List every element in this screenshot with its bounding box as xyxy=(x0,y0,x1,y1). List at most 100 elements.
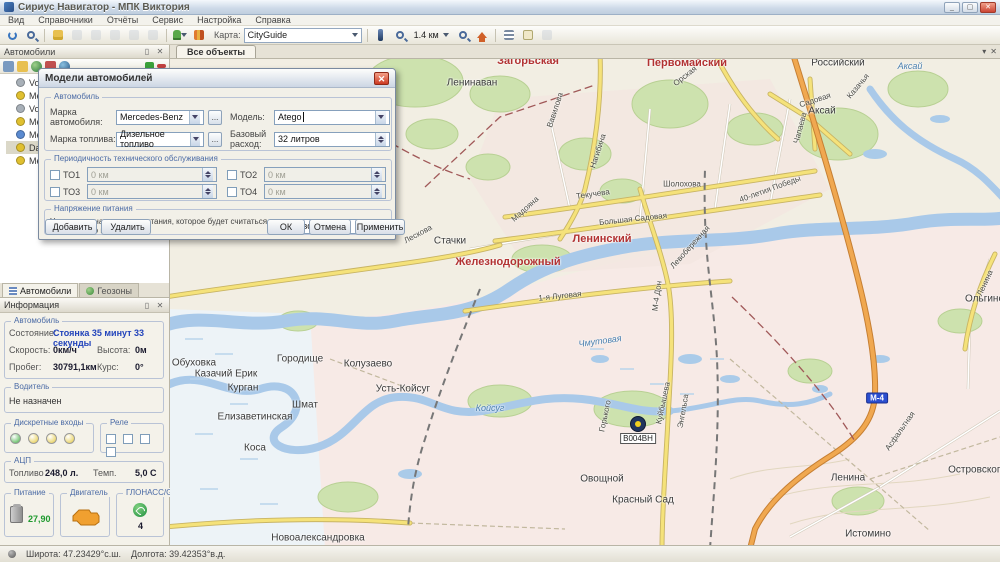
to1-field[interactable]: 0 км xyxy=(87,167,217,182)
tab-vehicles-label: Автомобили xyxy=(20,286,71,296)
consumption-label: Базовый расход: xyxy=(230,129,274,149)
layers-button[interactable] xyxy=(69,28,85,43)
refresh-icon xyxy=(8,31,17,40)
fuel-browse-button[interactable]: ... xyxy=(208,132,222,147)
menu-service[interactable]: Сервис xyxy=(152,15,183,25)
discrete-input-led xyxy=(10,433,21,444)
relay-checkbox[interactable] xyxy=(140,434,150,444)
fuel-type-select[interactable]: Дизельное топливо xyxy=(116,132,204,147)
menu-settings[interactable]: Настройка xyxy=(197,15,241,25)
chevron-down-icon xyxy=(189,111,200,124)
measure-button[interactable] xyxy=(373,28,389,43)
group-title: Периодичность технического обслуживания xyxy=(51,154,221,163)
to1-value: 0 км xyxy=(91,170,109,180)
discrete-input-led xyxy=(46,433,57,444)
search-button[interactable] xyxy=(23,28,39,43)
tab-vehicles[interactable]: Автомобили xyxy=(2,283,78,297)
copy-button[interactable] xyxy=(88,28,104,43)
to3-checkbox[interactable] xyxy=(50,187,60,197)
discrete-input-led xyxy=(28,433,39,444)
zoom-in-button[interactable] xyxy=(455,28,471,43)
ok-button[interactable]: ОК xyxy=(267,219,305,235)
close-button[interactable]: ✕ xyxy=(980,2,996,13)
group-title: Автомобиль xyxy=(11,316,62,325)
close-icon[interactable]: ✕ xyxy=(155,301,165,310)
model-label: Модель: xyxy=(230,112,274,122)
home-button[interactable] xyxy=(474,28,490,43)
map-select[interactable]: CityGuide xyxy=(244,28,362,43)
minimize-button[interactable]: _ xyxy=(944,2,960,13)
engine-icon xyxy=(71,506,101,528)
chevron-down-icon xyxy=(375,111,386,124)
group-title: Двигатель xyxy=(67,488,111,497)
power-value: 27,90 xyxy=(28,514,51,524)
pin-icon[interactable]: ▯ xyxy=(142,47,152,56)
height-label: Высота: xyxy=(97,345,130,355)
menu-directories[interactable]: Справочники xyxy=(38,15,93,25)
list-button[interactable] xyxy=(501,28,517,43)
table-icon xyxy=(129,30,139,40)
add-button[interactable]: Добавить xyxy=(45,219,97,235)
menu-help[interactable]: Справка xyxy=(255,15,290,25)
dialog-close-button[interactable]: ✕ xyxy=(374,72,389,85)
relay-checkbox[interactable] xyxy=(106,434,116,444)
mileage-label: Пробег: xyxy=(9,362,41,372)
to4-checkbox[interactable] xyxy=(227,187,237,197)
vehicle-status-icon xyxy=(16,117,25,126)
brand-select[interactable]: Mercedes-Benz xyxy=(116,110,204,125)
brand-browse-button[interactable]: ... xyxy=(208,110,222,125)
to1-checkbox[interactable] xyxy=(50,170,60,180)
temp-label: Темп. xyxy=(93,468,117,478)
to2-field[interactable]: 0 км xyxy=(264,167,386,182)
vehicle-marker[interactable]: В004ВН xyxy=(630,416,646,432)
cancel-label: Отмена xyxy=(314,222,346,232)
ok-label: ОК xyxy=(280,222,292,232)
to2-checkbox[interactable] xyxy=(227,170,237,180)
ruler-icon xyxy=(378,29,383,41)
follow-icon[interactable] xyxy=(3,61,14,72)
consumption-spinner[interactable]: 32 литров xyxy=(274,132,390,147)
group-title: Автомобиль xyxy=(51,92,102,101)
refresh-button[interactable] xyxy=(4,28,20,43)
engine-group: Двигатель xyxy=(60,493,110,537)
dialog-title-bar[interactable]: Модели автомобилей ✕ xyxy=(39,69,395,88)
chevron-down-icon[interactable]: ▾ xyxy=(982,47,986,56)
spinner-arrows-icon xyxy=(202,185,213,198)
model-select[interactable]: Atego xyxy=(274,110,390,125)
folder-icon[interactable] xyxy=(17,61,28,72)
mileage-value: 30791,1км xyxy=(53,362,97,372)
spinner-arrows-icon xyxy=(375,133,386,146)
delete-label: Удалить xyxy=(110,222,144,232)
apply-button[interactable]: Применить xyxy=(355,219,405,235)
to3-field[interactable]: 0 км xyxy=(87,184,217,199)
chevron-down-icon xyxy=(443,33,449,37)
delete-button[interactable]: Удалить xyxy=(101,219,151,235)
scale-select[interactable]: 1.4 км xyxy=(411,28,452,43)
filter-button[interactable] xyxy=(145,28,161,43)
scale-value: 1.4 км xyxy=(414,30,439,40)
chart-button[interactable] xyxy=(191,28,207,43)
relay-checkbox[interactable] xyxy=(106,447,116,457)
menu-view[interactable]: Вид xyxy=(8,15,24,25)
to4-field[interactable]: 0 км xyxy=(264,184,386,199)
cancel-button[interactable]: Отмена xyxy=(309,219,351,235)
course-value: 0° xyxy=(135,362,144,372)
undo-button[interactable] xyxy=(107,28,123,43)
relay-checkbox[interactable] xyxy=(123,434,133,444)
menu-reports[interactable]: Отчёты xyxy=(107,15,138,25)
select-button[interactable] xyxy=(539,28,555,43)
close-icon[interactable]: ✕ xyxy=(990,47,997,56)
pin-icon[interactable]: ▯ xyxy=(142,301,152,310)
to4-value: 0 км xyxy=(268,187,286,197)
edit-button[interactable] xyxy=(520,28,536,43)
vehicle-status-icon xyxy=(16,104,25,113)
vehicle-menu-button[interactable] xyxy=(172,28,188,43)
tab-all-objects[interactable]: Все объекты xyxy=(176,45,256,58)
chevron-down-icon xyxy=(190,133,200,146)
table-button[interactable] xyxy=(126,28,142,43)
close-icon[interactable]: ✕ xyxy=(155,47,165,56)
tab-geozones[interactable]: Геозоны xyxy=(79,283,139,297)
open-button[interactable] xyxy=(50,28,66,43)
maximize-button[interactable]: ▢ xyxy=(962,2,978,13)
zoom-out-button[interactable] xyxy=(392,28,408,43)
